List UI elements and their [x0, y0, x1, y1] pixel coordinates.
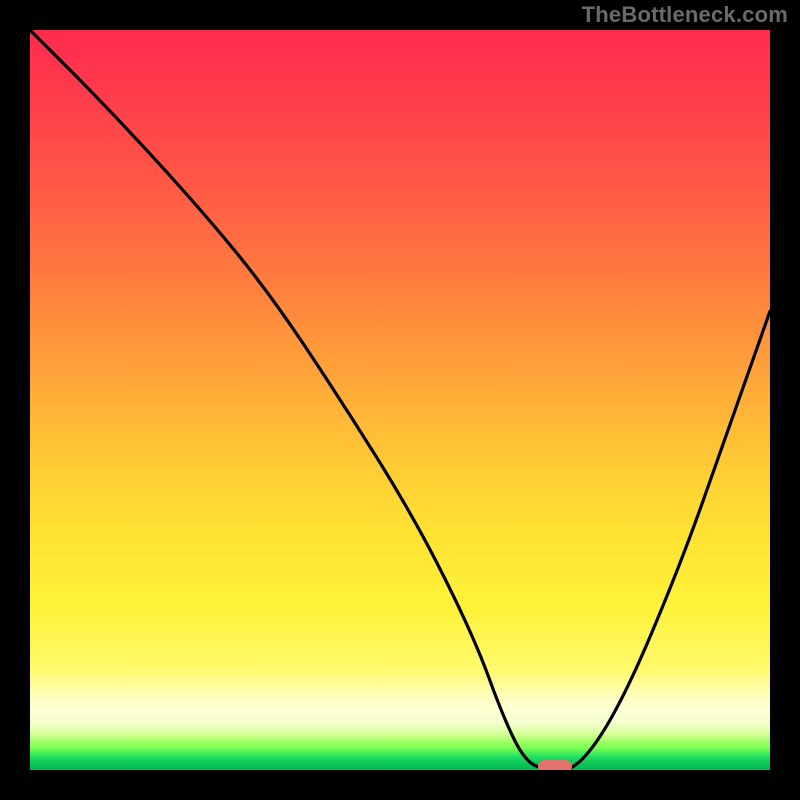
curve-path [30, 30, 770, 770]
bottleneck-curve [30, 30, 770, 770]
optimum-marker [538, 760, 572, 770]
plot-area [30, 30, 770, 770]
watermark-text: TheBottleneck.com [582, 2, 788, 28]
chart-frame: TheBottleneck.com [0, 0, 800, 800]
